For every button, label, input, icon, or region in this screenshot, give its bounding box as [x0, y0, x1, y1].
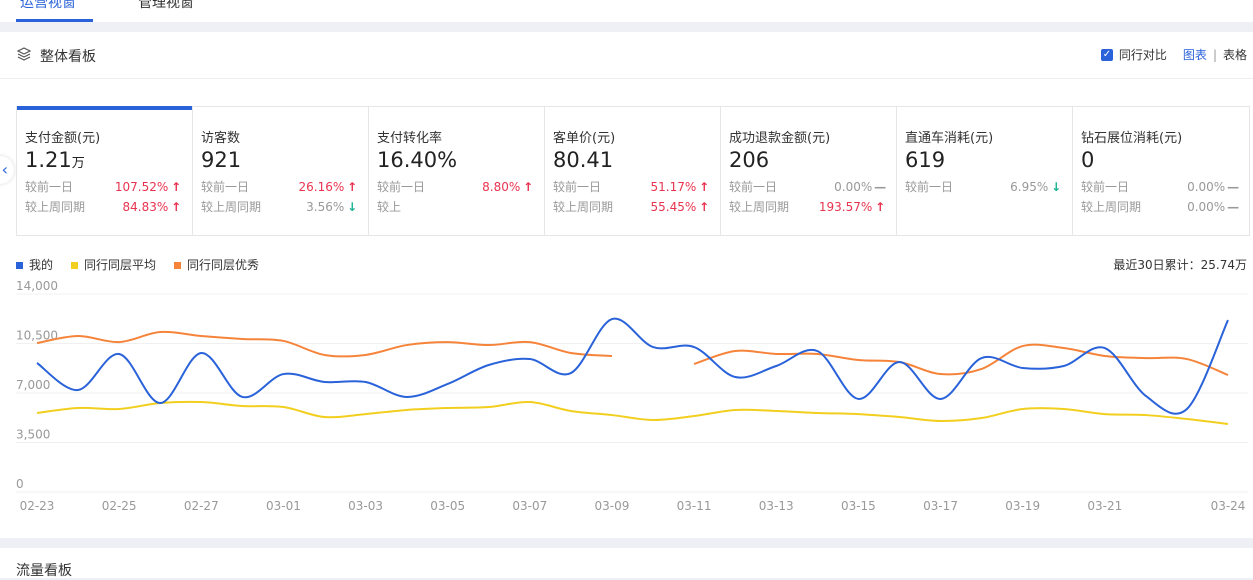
x-tick-label: 02-25 [102, 499, 137, 513]
series-line-2 [693, 343, 1229, 376]
x-tick-label: 03-15 [841, 499, 876, 513]
x-tick-label: 02-27 [184, 499, 219, 513]
series-line-1 [36, 400, 1229, 425]
x-tick-label: 02-23 [20, 499, 55, 513]
y-tick-label: 3,500 [16, 428, 50, 442]
x-tick-label: 03-09 [595, 499, 630, 513]
x-tick-label: 03-05 [430, 499, 465, 513]
x-tick-label: 03-01 [266, 499, 301, 513]
series-line-2 [36, 330, 613, 358]
x-tick-label: 03-07 [512, 499, 547, 513]
x-tick-label: 03-21 [1087, 499, 1122, 513]
x-tick-label: 03-24 [1211, 499, 1246, 513]
x-tick-label: 03-19 [1005, 499, 1040, 513]
y-tick-label: 7,000 [16, 378, 50, 392]
traffic-dashboard-panel: 流量看板 [0, 548, 1253, 579]
x-tick-label: 03-03 [348, 499, 383, 513]
x-tick-label: 03-11 [677, 499, 712, 513]
y-tick-label: 14,000 [16, 279, 58, 293]
x-tick-label: 03-13 [759, 499, 794, 513]
y-tick-label: 0 [16, 477, 24, 491]
trend-line-chart: 03,5007,00010,50014,00002-23 02-25 02-27 03… [16, 279, 1248, 513]
series-line-0 [36, 317, 1229, 415]
section-title: 流量看板 [16, 563, 72, 579]
x-tick-label: 03-17 [923, 499, 958, 513]
